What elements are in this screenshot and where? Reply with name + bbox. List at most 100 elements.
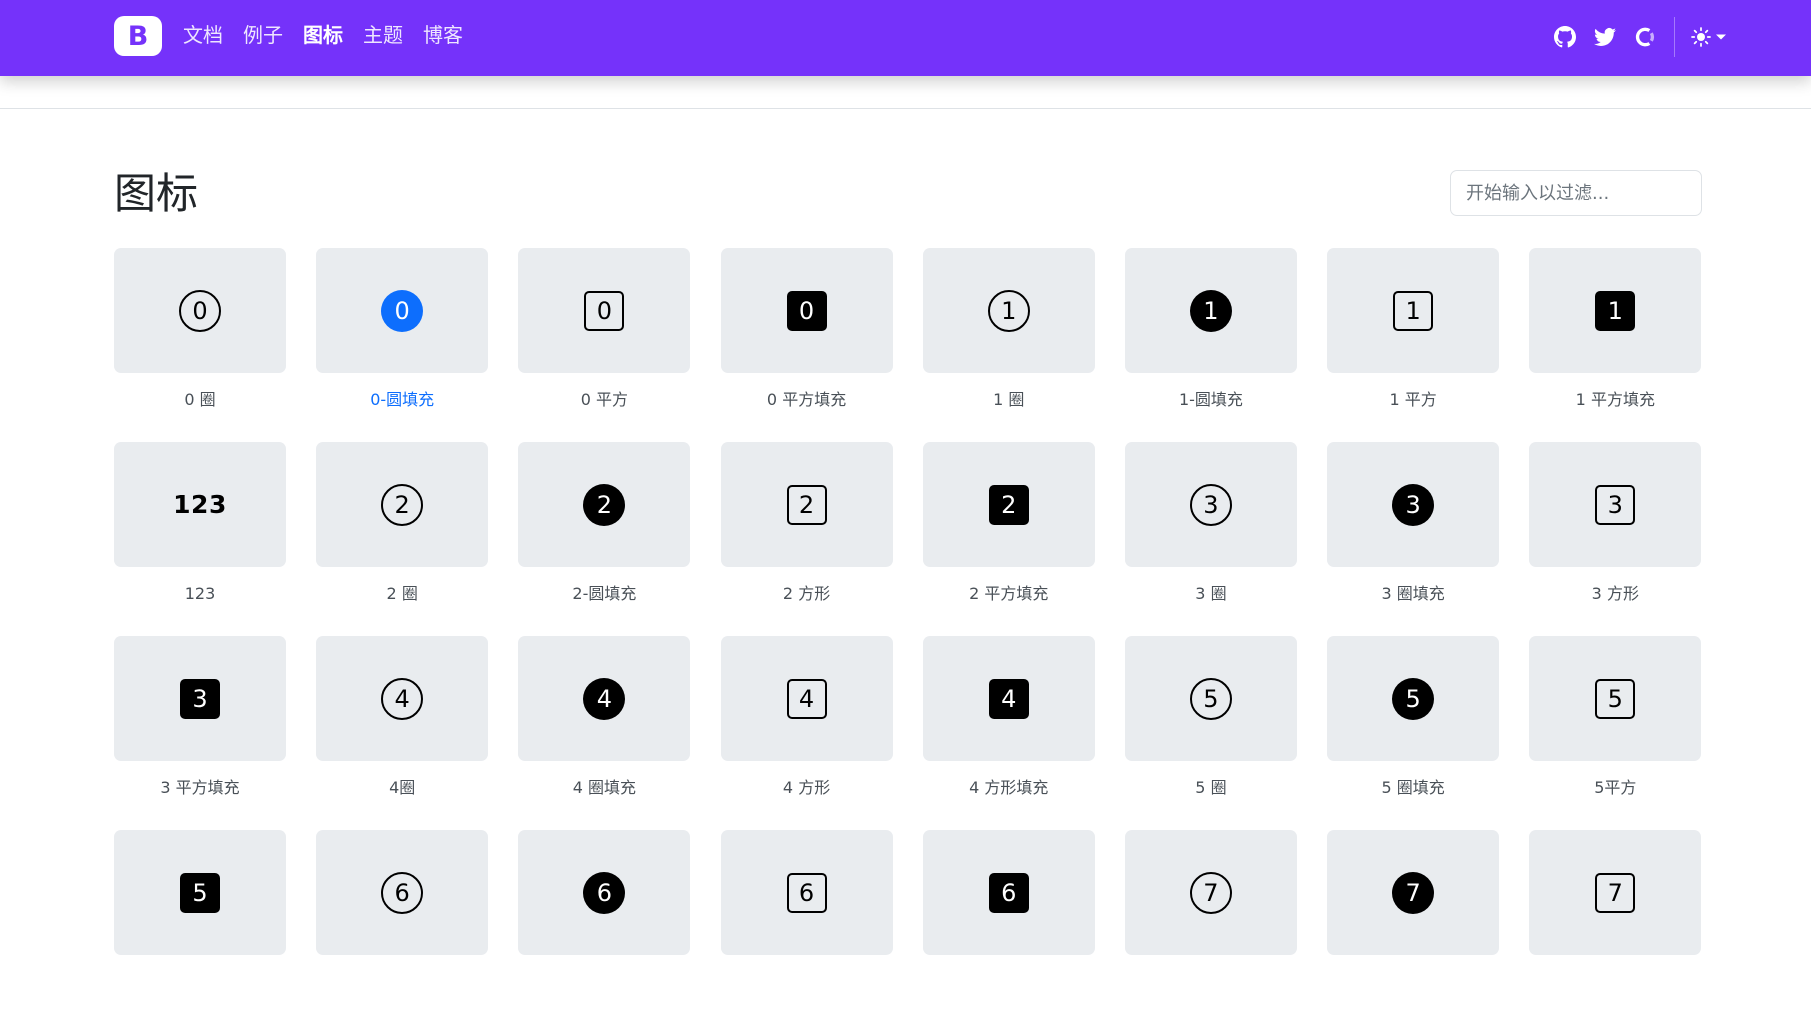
icon-preview[interactable]: 0: [114, 248, 286, 373]
github-icon[interactable]: [1554, 26, 1576, 48]
icon-preview[interactable]: 123: [114, 442, 286, 567]
nav-link-themes[interactable]: 主题: [363, 22, 403, 50]
icon-preview[interactable]: 2: [518, 442, 691, 567]
icon-label[interactable]: 0-圆填充: [316, 390, 488, 410]
icon-preview[interactable]: 0: [518, 248, 691, 373]
icon-preview[interactable]: 7: [1529, 830, 1702, 955]
icon-preview[interactable]: 3: [114, 636, 286, 761]
icon-tile[interactable]: 4 4 圈填充: [518, 636, 691, 830]
icon-filter-input[interactable]: [1450, 170, 1702, 216]
icon-label[interactable]: 1-圆填充: [1125, 390, 1297, 410]
icon-tile[interactable]: 4 4 方形: [720, 636, 893, 830]
icon-preview[interactable]: 5: [1327, 636, 1500, 761]
icon-label[interactable]: 3 圈填充: [1327, 584, 1499, 604]
icon-label[interactable]: 5 圈: [1125, 778, 1297, 798]
icon-tile[interactable]: 5 5 圈填充: [1327, 636, 1500, 830]
icon-tile[interactable]: 1 1 平方: [1327, 248, 1500, 442]
icon-preview[interactable]: 6: [720, 830, 893, 955]
icon-tile[interactable]: 0 0 圈: [114, 248, 286, 442]
icon-label[interactable]: 5 圈填充: [1327, 778, 1499, 798]
icon-tile[interactable]: 7: [1327, 830, 1500, 1024]
icon-label[interactable]: 1 圈: [923, 390, 1095, 410]
icon-label[interactable]: 5平方: [1529, 778, 1701, 798]
icon-tile[interactable]: 6: [518, 830, 691, 1024]
theme-toggle-button[interactable]: [1691, 27, 1727, 47]
icon-label[interactable]: 0 平方填充: [721, 390, 893, 410]
icon-tile[interactable]: 0 0 平方填充: [720, 248, 893, 442]
icon-tile[interactable]: 4 4 方形填充: [922, 636, 1095, 830]
nav-link-blog[interactable]: 博客: [423, 22, 463, 50]
icon-preview[interactable]: 1: [1529, 248, 1702, 373]
icon-label[interactable]: 1 平方: [1327, 390, 1499, 410]
opencollective-icon[interactable]: [1634, 26, 1656, 48]
icon-label[interactable]: 4圈: [316, 778, 488, 798]
icon-label[interactable]: 3 方形: [1529, 584, 1701, 604]
nav-link-icons[interactable]: 图标: [303, 22, 343, 50]
icon-tile[interactable]: 0 0 平方: [518, 248, 691, 442]
icon-preview[interactable]: 7: [1124, 830, 1297, 955]
icon-label[interactable]: 4 方形填充: [923, 778, 1095, 798]
icon-preview[interactable]: 5: [114, 830, 286, 955]
icon-tile[interactable]: 2 2 平方填充: [922, 442, 1095, 636]
icon-label[interactable]: 1 平方填充: [1529, 390, 1701, 410]
icon-preview[interactable]: 0: [720, 248, 893, 373]
icon-tile[interactable]: 6: [922, 830, 1095, 1024]
icon-tile[interactable]: 2 2 圈: [316, 442, 489, 636]
icon-preview[interactable]: 2: [316, 442, 489, 567]
icon-tile[interactable]: 3 3 圈: [1124, 442, 1297, 636]
icon-preview[interactable]: 2: [922, 442, 1095, 567]
icon-tile[interactable]: 7: [1529, 830, 1702, 1024]
icon-tile[interactable]: 123 123: [114, 442, 286, 636]
icon-label[interactable]: 3 平方填充: [114, 778, 286, 798]
icon-preview[interactable]: 3: [1327, 442, 1500, 567]
icon-tile[interactable]: 5 5 圈: [1124, 636, 1297, 830]
icon-tile[interactable]: 6: [316, 830, 489, 1024]
icon-preview[interactable]: 4: [316, 636, 489, 761]
icon-tile[interactable]: 2 2 方形: [720, 442, 893, 636]
icon-tile[interactable]: 6: [720, 830, 893, 1024]
icon-label[interactable]: 4 方形: [721, 778, 893, 798]
icon-preview[interactable]: 7: [1327, 830, 1500, 955]
icon-label[interactable]: 2 圈: [316, 584, 488, 604]
icon-label[interactable]: 2 方形: [721, 584, 893, 604]
icon-preview[interactable]: 1: [1124, 248, 1297, 373]
icon-label[interactable]: 4 圈填充: [518, 778, 690, 798]
icon-preview[interactable]: 5: [1124, 636, 1297, 761]
icon-preview[interactable]: 3: [1124, 442, 1297, 567]
icon-tile[interactable]: 7: [1124, 830, 1297, 1024]
icon-tile[interactable]: 1 1-圆填充: [1124, 248, 1297, 442]
icon-preview[interactable]: 6: [316, 830, 489, 955]
twitter-icon[interactable]: [1594, 26, 1616, 48]
icon-preview[interactable]: 1: [922, 248, 1095, 373]
4-square-icon: 4: [786, 678, 827, 719]
icon-tile[interactable]: 1 1 平方填充: [1529, 248, 1702, 442]
icon-label[interactable]: 2 平方填充: [923, 584, 1095, 604]
icon-preview[interactable]: 6: [922, 830, 1095, 955]
icon-label[interactable]: 0 平方: [518, 390, 690, 410]
icon-tile[interactable]: 1 1 圈: [922, 248, 1095, 442]
icon-preview[interactable]: 6: [518, 830, 691, 955]
icon-preview[interactable]: 3: [1529, 442, 1702, 567]
bootstrap-logo[interactable]: B: [114, 16, 162, 56]
icon-preview[interactable]: 5: [1529, 636, 1702, 761]
icon-preview[interactable]: 4: [922, 636, 1095, 761]
icon-label[interactable]: 123: [114, 584, 286, 604]
icon-tile[interactable]: 3 3 方形: [1529, 442, 1702, 636]
icon-preview[interactable]: 4: [720, 636, 893, 761]
nav-link-examples[interactable]: 例子: [243, 22, 283, 50]
icon-tile[interactable]: 0 0-圆填充: [316, 248, 489, 442]
icon-preview[interactable]: 0: [316, 248, 489, 373]
icon-preview[interactable]: 2: [720, 442, 893, 567]
icon-tile[interactable]: 4 4圈: [316, 636, 489, 830]
icon-preview[interactable]: 4: [518, 636, 691, 761]
icon-tile[interactable]: 2 2-圆填充: [518, 442, 691, 636]
icon-tile[interactable]: 5: [114, 830, 286, 1024]
icon-tile[interactable]: 3 3 平方填充: [114, 636, 286, 830]
icon-label[interactable]: 3 圈: [1125, 584, 1297, 604]
nav-link-docs[interactable]: 文档: [183, 22, 223, 50]
icon-preview[interactable]: 1: [1327, 248, 1500, 373]
icon-tile[interactable]: 3 3 圈填充: [1327, 442, 1500, 636]
icon-label[interactable]: 2-圆填充: [518, 584, 690, 604]
icon-tile[interactable]: 5 5平方: [1529, 636, 1702, 830]
icon-label[interactable]: 0 圈: [114, 390, 286, 410]
